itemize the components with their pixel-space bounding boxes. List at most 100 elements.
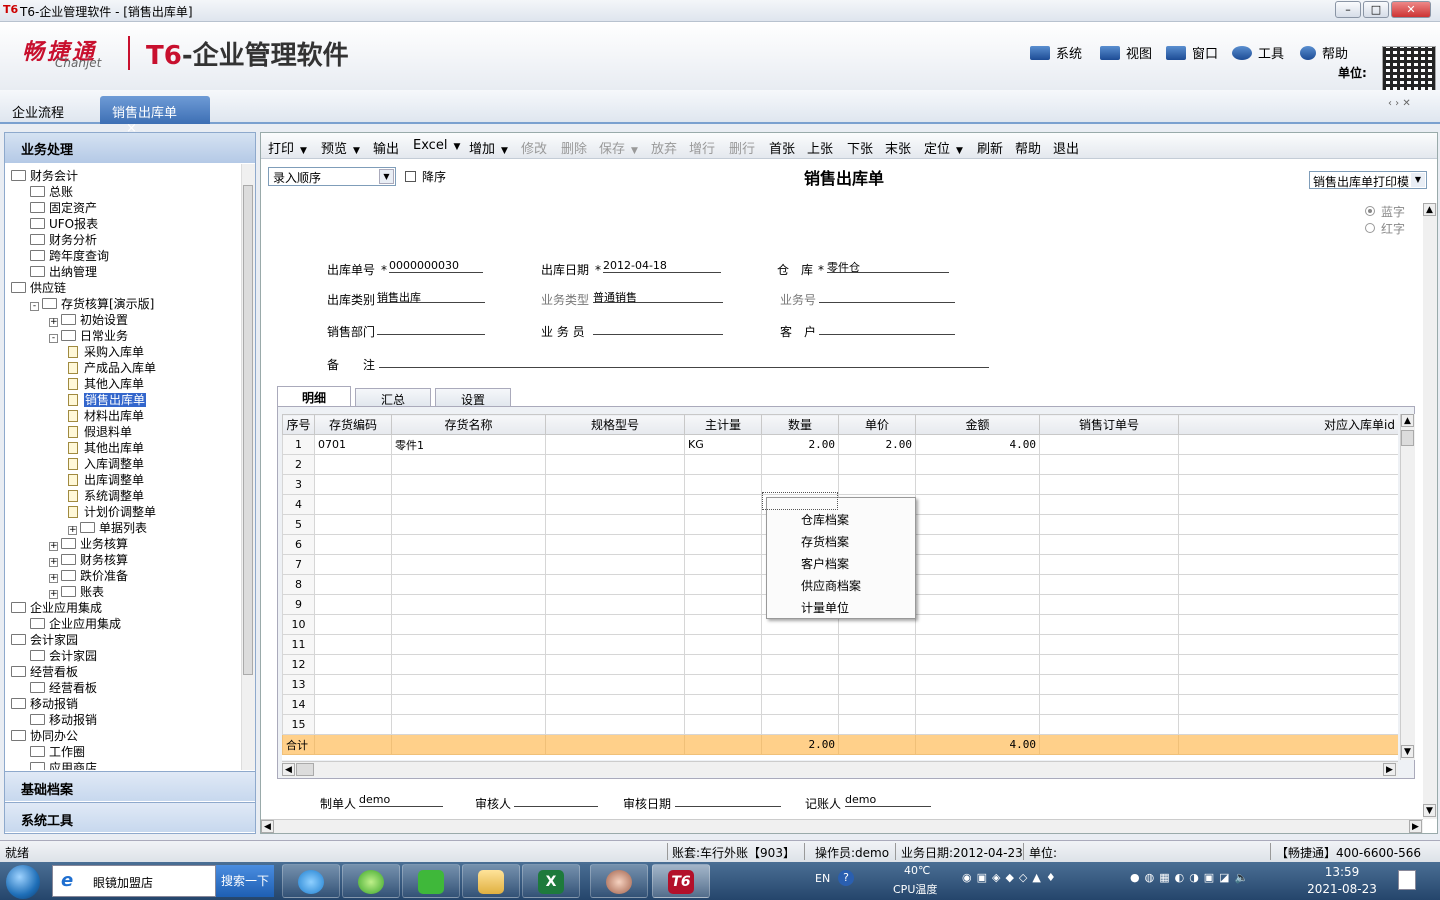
- table-cell[interactable]: [545, 714, 685, 735]
- table-cell[interactable]: [1039, 534, 1179, 555]
- sales-dept-field[interactable]: [377, 321, 485, 335]
- main-vscrollbar[interactable]: ▲ ▼: [1423, 203, 1437, 819]
- taskbar-app-360[interactable]: [342, 864, 400, 898]
- sidebar-item[interactable]: + 跌价准备: [49, 568, 128, 584]
- column-header[interactable]: 序号: [282, 414, 315, 435]
- table-cell[interactable]: [684, 594, 762, 615]
- table-cell[interactable]: [1178, 594, 1398, 615]
- table-cell[interactable]: [684, 714, 762, 735]
- start-button[interactable]: [6, 865, 40, 899]
- table-cell[interactable]: [915, 554, 1040, 575]
- table-cell[interactable]: [1039, 654, 1179, 675]
- column-header[interactable]: 金额: [915, 414, 1040, 435]
- sidebar-item[interactable]: 财务分析: [30, 232, 97, 248]
- sidebar-item[interactable]: 采购入库单: [68, 344, 144, 360]
- table-cell[interactable]: [1178, 634, 1398, 655]
- table-cell[interactable]: [1039, 434, 1179, 455]
- table-cell[interactable]: [545, 514, 685, 535]
- table-cell[interactable]: [545, 614, 685, 635]
- sidebar-item[interactable]: 销售出库单: [68, 392, 147, 408]
- grid-hscrollbar[interactable]: ◀ ▶: [282, 761, 1398, 777]
- menu-item-unit-of-measure[interactable]: 计量单位: [801, 599, 849, 616]
- table-cell[interactable]: [1178, 514, 1398, 535]
- expand-icon[interactable]: +: [49, 318, 58, 327]
- table-cell[interactable]: [391, 514, 546, 535]
- toolbar-button[interactable]: 上张: [807, 138, 833, 157]
- sidebar-item[interactable]: 供应链: [11, 280, 66, 296]
- table-cell[interactable]: 2: [282, 454, 315, 475]
- descending-checkbox[interactable]: [405, 171, 416, 182]
- table-cell[interactable]: [1178, 474, 1398, 495]
- table-cell[interactable]: [915, 494, 1040, 515]
- sidebar-item[interactable]: - 存货核算[演示版]: [30, 296, 154, 312]
- table-cell[interactable]: 2.00: [838, 434, 916, 455]
- table-cell[interactable]: [915, 574, 1040, 595]
- tab-nav-arrows[interactable]: ‹ › ✕: [1388, 98, 1411, 109]
- sidebar-item[interactable]: 会计家园: [11, 632, 78, 648]
- table-cell[interactable]: [314, 574, 392, 595]
- active-cell-outline[interactable]: [762, 492, 838, 510]
- menu-window[interactable]: 窗口: [1166, 43, 1218, 62]
- ime-indicator[interactable]: EN: [815, 872, 830, 885]
- table-cell[interactable]: [391, 534, 546, 555]
- table-cell[interactable]: [545, 654, 685, 675]
- table-cell[interactable]: [1178, 554, 1398, 575]
- table-cell[interactable]: [391, 574, 546, 595]
- table-cell[interactable]: [684, 514, 762, 535]
- table-cell[interactable]: [1039, 614, 1179, 635]
- table-cell[interactable]: [1039, 694, 1179, 715]
- sidebar-item[interactable]: + 单据列表: [68, 520, 147, 536]
- table-cell[interactable]: 2.00: [761, 434, 839, 455]
- toolbar-button[interactable]: 退出: [1053, 138, 1079, 157]
- table-cell[interactable]: [545, 594, 685, 615]
- sidebar-item[interactable]: + 财务核算: [49, 552, 128, 568]
- table-cell[interactable]: [838, 474, 916, 495]
- table-cell[interactable]: 7: [282, 554, 315, 575]
- sidebar-item[interactable]: 材料出库单: [68, 408, 144, 424]
- taskbar-app-browser[interactable]: [282, 864, 340, 898]
- table-cell[interactable]: [1178, 574, 1398, 595]
- table-cell[interactable]: [545, 494, 685, 515]
- table-cell[interactable]: [545, 434, 685, 455]
- column-header[interactable]: 单价: [838, 414, 916, 435]
- table-cell[interactable]: [915, 454, 1040, 475]
- table-cell[interactable]: [761, 454, 839, 475]
- sidebar-item[interactable]: 企业应用集成: [11, 600, 102, 616]
- table-cell[interactable]: 8: [282, 574, 315, 595]
- table-cell[interactable]: 9: [282, 594, 315, 615]
- table-cell[interactable]: [314, 494, 392, 515]
- table-cell[interactable]: 15: [282, 714, 315, 735]
- table-cell[interactable]: [391, 614, 546, 635]
- table-cell[interactable]: [391, 554, 546, 575]
- table-cell[interactable]: [761, 674, 839, 695]
- table-cell[interactable]: [684, 534, 762, 555]
- table-cell[interactable]: 10: [282, 614, 315, 635]
- biz-type-field[interactable]: 普通销售: [593, 289, 723, 304]
- toolbar-button[interactable]: 增行: [689, 138, 715, 157]
- table-cell[interactable]: [1039, 574, 1179, 595]
- table-cell[interactable]: [1039, 474, 1179, 495]
- sidebar-item[interactable]: 经营看板: [11, 664, 78, 680]
- sidebar-item[interactable]: 系统调整单: [68, 488, 144, 504]
- table-cell[interactable]: [915, 594, 1040, 615]
- salesman-field[interactable]: [593, 321, 723, 335]
- expand-icon[interactable]: +: [49, 574, 58, 583]
- toolbar-button[interactable]: 定位 ▼: [924, 138, 963, 157]
- table-cell[interactable]: [545, 454, 685, 475]
- toolbar-button[interactable]: 删行: [729, 138, 755, 157]
- table-cell[interactable]: [915, 614, 1040, 635]
- tab-sales-outbound[interactable]: 销售出库单×: [100, 96, 210, 136]
- column-header[interactable]: 规格型号: [545, 414, 685, 435]
- table-cell[interactable]: [545, 474, 685, 495]
- clock[interactable]: 13:59 2021-08-23: [1304, 864, 1380, 898]
- menu-system[interactable]: 系统: [1030, 43, 1082, 62]
- sidebar-item[interactable]: 其他出库单: [68, 440, 144, 456]
- menu-item-supplier-archive[interactable]: 供应商档案: [801, 577, 861, 594]
- toolbar-button[interactable]: 刷新: [977, 138, 1003, 157]
- table-cell[interactable]: [915, 634, 1040, 655]
- table-cell[interactable]: 13: [282, 674, 315, 695]
- table-cell[interactable]: [838, 694, 916, 715]
- table-cell[interactable]: KG: [684, 434, 762, 455]
- column-header[interactable]: 对应入库单id: [1178, 414, 1398, 435]
- sidebar-item[interactable]: 出纳管理: [30, 264, 97, 280]
